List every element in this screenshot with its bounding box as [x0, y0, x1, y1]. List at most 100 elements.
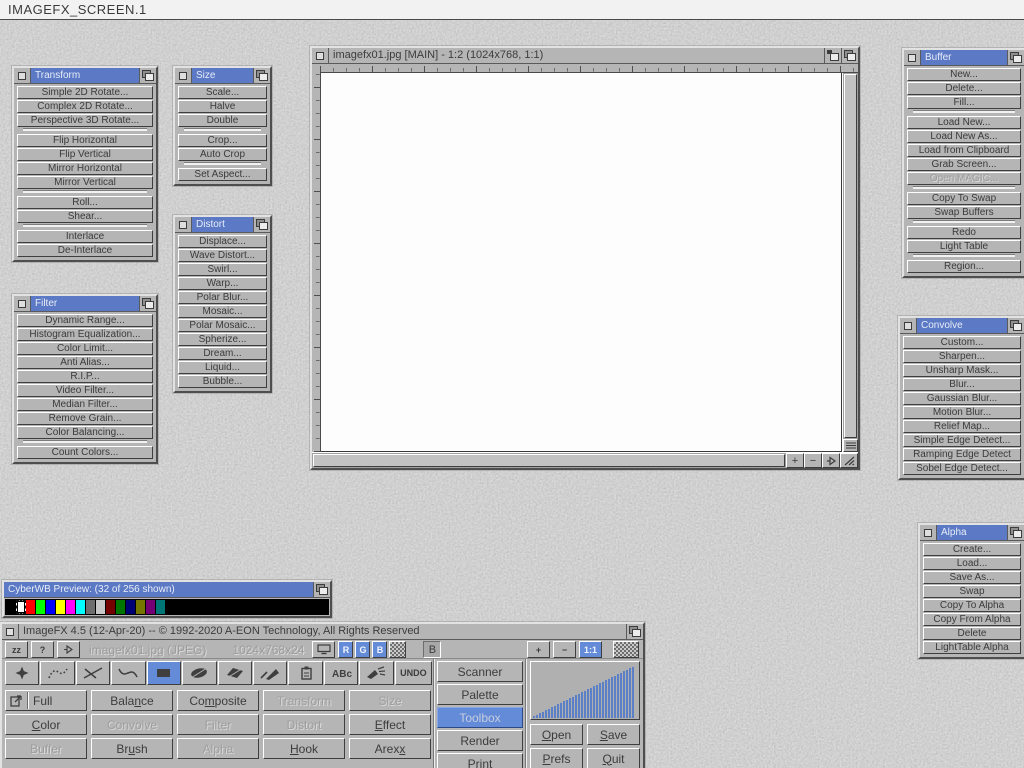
size-titlebar[interactable]: Size [175, 68, 270, 84]
warp-button[interactable]: Warp... [178, 277, 267, 290]
dream-button[interactable]: Dream... [178, 347, 267, 360]
sobel-edge-detect-button[interactable]: Sobel Edge Detect... [903, 462, 1021, 475]
effect-button[interactable]: Effect [349, 714, 431, 735]
displace-button[interactable]: Displace... [178, 235, 267, 248]
depth-gadget-icon[interactable] [253, 217, 270, 232]
spherize-button[interactable]: Spherize... [178, 333, 267, 346]
arexx-button[interactable]: Arexx [349, 738, 431, 759]
filter-titlebar[interactable]: Filter [14, 296, 156, 312]
dither-toggle-icon[interactable] [389, 641, 406, 658]
copy-to-alpha-button[interactable]: Copy To Alpha [923, 599, 1021, 612]
close-icon[interactable] [2, 624, 19, 639]
screen-icon[interactable] [312, 641, 335, 658]
filter-button[interactable]: Filter [177, 714, 259, 735]
color-swatch[interactable] [36, 600, 46, 614]
transform-button[interactable]: Transform [263, 690, 345, 711]
blur-button[interactable]: Blur... [903, 378, 1021, 391]
vertical-scroll-thumb[interactable] [844, 74, 857, 438]
color-swatch[interactable] [46, 600, 56, 614]
zoom-in-button[interactable]: + [527, 641, 550, 658]
run-icon[interactable] [57, 641, 80, 658]
depth-gadget-icon[interactable] [139, 68, 156, 83]
render-button[interactable]: Render [437, 730, 523, 751]
color-swatch[interactable] [166, 600, 176, 614]
color-swatch[interactable] [156, 600, 166, 614]
polar-mosaic-button[interactable]: Polar Mosaic... [178, 319, 267, 332]
region-button[interactable]: Region... [907, 260, 1021, 273]
r-i-p-button[interactable]: R.I.P... [17, 370, 153, 383]
text-tool[interactable]: ABc [324, 661, 358, 685]
close-icon[interactable] [312, 48, 329, 63]
polygon-tool[interactable] [218, 661, 252, 685]
delete-button[interactable]: Delete... [907, 82, 1021, 95]
color-button[interactable]: Color [5, 714, 87, 735]
horizontal-scrollbar[interactable] [312, 453, 786, 468]
pointer-tool[interactable] [5, 661, 39, 685]
depth-gadget-icon[interactable] [139, 296, 156, 311]
ramping-edge-detect-button[interactable]: Ramping Edge Detect [903, 448, 1021, 461]
zoom-in-button[interactable]: + [786, 453, 804, 468]
remove-grain-button[interactable]: Remove Grain... [17, 412, 153, 425]
channel-g-button[interactable]: G [355, 641, 370, 658]
palette-button[interactable]: Palette [437, 684, 523, 705]
depth-gadget-icon[interactable] [626, 624, 643, 639]
double-button[interactable]: Double [178, 114, 267, 127]
sleep-button[interactable]: zz [5, 641, 28, 658]
set-aspect-button[interactable]: Set Aspect... [178, 168, 267, 181]
brush-button[interactable]: Brush [91, 738, 173, 759]
mirror-vertical-button[interactable]: Mirror Vertical [17, 176, 153, 189]
color-swatch[interactable] [216, 600, 226, 614]
copy-from-alpha-button[interactable]: Copy From Alpha [923, 613, 1021, 626]
convolve-titlebar[interactable]: Convolve [900, 318, 1024, 334]
lighttable-alpha-button[interactable]: LightTable Alpha [923, 641, 1021, 654]
close-icon[interactable] [920, 525, 937, 540]
airbrush-tool[interactable] [359, 661, 393, 685]
close-icon[interactable] [904, 50, 921, 65]
color-swatch[interactable] [196, 600, 206, 614]
color-swatch[interactable] [76, 600, 86, 614]
play-icon[interactable] [822, 453, 840, 468]
shear-button[interactable]: Shear... [17, 210, 153, 223]
buffer-button[interactable]: Buffer [5, 738, 87, 759]
roll-button[interactable]: Roll... [17, 196, 153, 209]
color-swatch[interactable] [206, 600, 216, 614]
color-swatch[interactable] [266, 600, 276, 614]
close-icon[interactable] [14, 296, 31, 311]
new-button[interactable]: New... [907, 68, 1021, 81]
close-icon[interactable] [14, 68, 31, 83]
depth-gadget-icon[interactable] [1007, 50, 1024, 65]
dynamic-range-button[interactable]: Dynamic Range... [17, 314, 153, 327]
load-new-button[interactable]: Load New... [907, 116, 1021, 129]
simple-2d-rotate-button[interactable]: Simple 2D Rotate... [17, 86, 153, 99]
color-swatch[interactable] [186, 600, 196, 614]
flip-horizontal-button[interactable]: Flip Horizontal [17, 134, 153, 147]
light-table-button[interactable]: Light Table [907, 240, 1021, 253]
complex-2d-rotate-button[interactable]: Complex 2D Rotate... [17, 100, 153, 113]
gaussian-blur-button[interactable]: Gaussian Blur... [903, 392, 1021, 405]
wave-distort-button[interactable]: Wave Distort... [178, 249, 267, 262]
custom-button[interactable]: Custom... [903, 336, 1021, 349]
color-swatch[interactable] [296, 600, 306, 614]
sharpen-button[interactable]: Sharpen... [903, 350, 1021, 363]
toolbar-titlebar[interactable]: ImageFX 4.5 (12-Apr-20) -- © 1992-2020 A… [2, 624, 643, 640]
save-button[interactable]: Save [587, 724, 640, 745]
save-as-button[interactable]: Save As... [923, 571, 1021, 584]
crop-button[interactable]: Crop... [178, 134, 267, 147]
balance-button[interactable]: Balance [91, 690, 173, 711]
help-button[interactable]: ? [31, 641, 54, 658]
scale-button[interactable]: Scale... [178, 86, 267, 99]
perspective-3d-rotate-button[interactable]: Perspective 3D Rotate... [17, 114, 153, 127]
close-icon[interactable] [900, 318, 917, 333]
color-swatch[interactable] [136, 600, 146, 614]
color-swatch[interactable] [316, 600, 326, 614]
open-button[interactable]: Open [530, 724, 583, 745]
redo-button[interactable]: Redo [907, 226, 1021, 239]
color-swatch[interactable] [236, 600, 246, 614]
color-swatch[interactable] [256, 600, 266, 614]
color-swatch[interactable] [126, 600, 136, 614]
alpha-button[interactable]: Alpha [177, 738, 259, 759]
swirl-button[interactable]: Swirl... [178, 263, 267, 276]
color-swatch[interactable] [66, 600, 76, 614]
median-filter-button[interactable]: Median Filter... [17, 398, 153, 411]
channel-b-button[interactable]: B [372, 641, 387, 658]
